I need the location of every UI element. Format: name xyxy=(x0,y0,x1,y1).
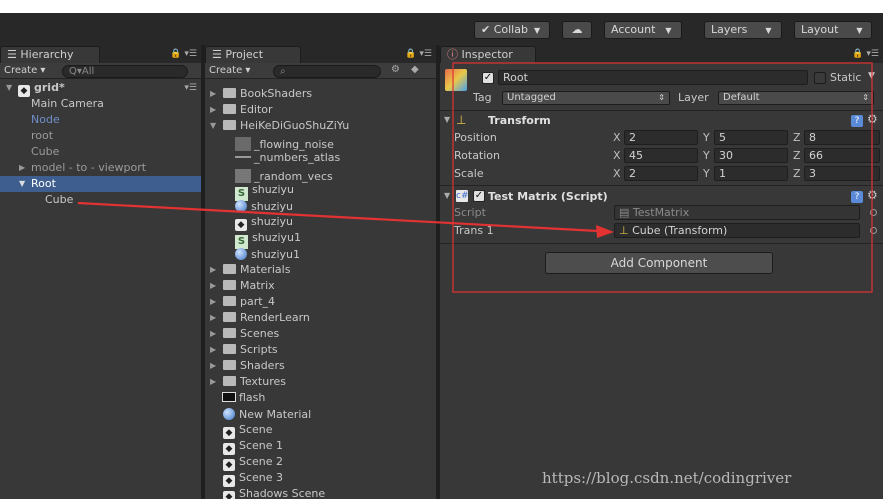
annotation-highlight-box xyxy=(452,62,873,293)
annotation-arrow-line xyxy=(77,201,599,233)
annotation-overlay xyxy=(77,62,873,293)
annotation-arrow-head xyxy=(596,225,614,238)
watermark-text: https://blog.csdn.net/codingriver xyxy=(542,469,792,487)
